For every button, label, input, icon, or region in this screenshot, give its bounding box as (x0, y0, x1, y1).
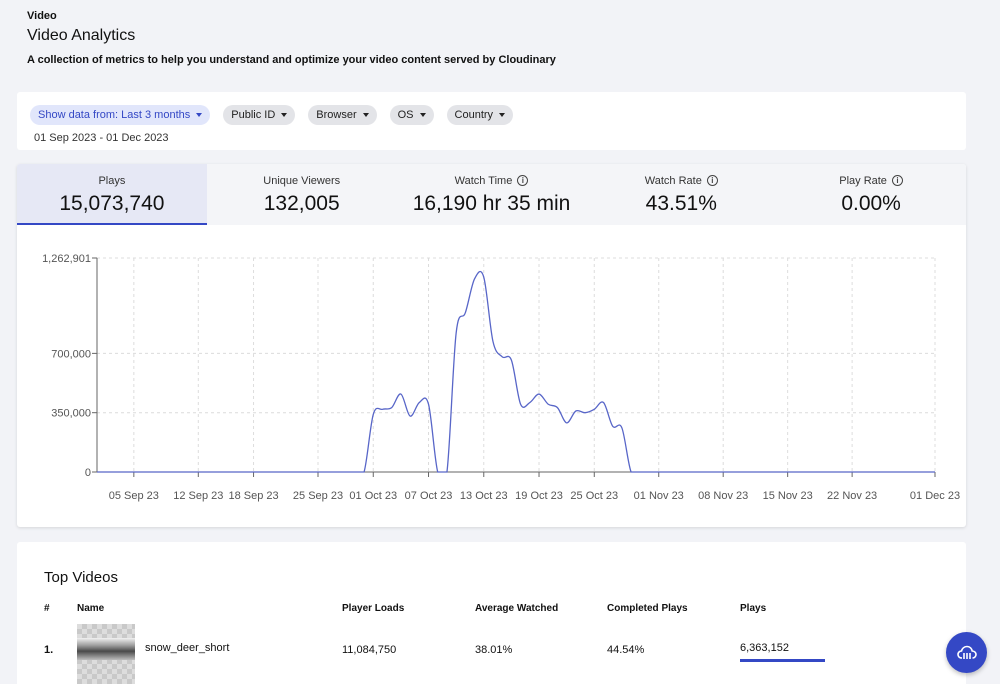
metric-value: 16,190 hr 35 min (412, 192, 571, 215)
browser-filter[interactable]: Browser (308, 105, 377, 125)
tab-play-rate[interactable]: Play Rate i 0.00% (776, 164, 966, 225)
top-videos-title: Top Videos (44, 569, 118, 586)
chevron-down-icon (499, 113, 506, 117)
info-icon[interactable]: i (517, 175, 529, 186)
x-tick-label: 01 Nov 23 (634, 490, 684, 502)
column-header-completed-plays: Completed Plays (607, 603, 688, 614)
chevron-down-icon (281, 113, 288, 117)
x-tick-label: 18 Sep 23 (228, 490, 278, 502)
x-tick-label: 12 Sep 23 (173, 490, 223, 502)
x-tick-label: 01 Dec 23 (910, 490, 960, 502)
average-watched-value: 38.01% (475, 644, 513, 656)
x-tick-label: 22 Nov 23 (827, 490, 877, 502)
os-filter[interactable]: OS (389, 105, 434, 125)
public-id-filter[interactable]: Public ID (223, 105, 296, 125)
y-tick-label: 1,262,901 (42, 253, 91, 265)
plays-chart: 0 350,000 700,000 1,262,901 05 Sep 23 12 Sep … (17, 225, 966, 527)
top-videos-card: Top Videos # Name Player Loads Average W… (17, 542, 966, 684)
column-header-plays: Plays (740, 603, 767, 614)
metric-value: 43.51% (645, 192, 717, 215)
page-subtitle: A collection of metrics to help you unde… (27, 54, 556, 66)
date-filter-label: Show data from: Last 3 months (38, 109, 191, 121)
page-header: Video Video Analytics A collection of me… (27, 10, 556, 66)
y-tick-label: 700,000 (51, 348, 91, 360)
metric-label: Watch Rate (644, 174, 702, 187)
metric-value: 15,073,740 (59, 192, 165, 215)
metric-tabs: Plays 15,073,740 Unique Viewers 132,005 … (17, 164, 966, 225)
x-tick-label: 13 Oct 23 (460, 490, 508, 502)
chevron-down-icon (196, 113, 203, 117)
date-range-text: 01 Sep 2023 - 01 Dec 2023 (34, 132, 169, 144)
x-tick-label: 25 Oct 23 (570, 490, 618, 502)
country-filter[interactable]: Country (446, 105, 514, 125)
section-label: Video (27, 10, 57, 22)
tab-plays[interactable]: Plays 15,073,740 (17, 164, 207, 225)
metric-value: 0.00% (841, 192, 901, 215)
x-tick-label: 08 Nov 23 (698, 490, 748, 502)
help-button[interactable] (946, 632, 987, 673)
browser-label: Browser (316, 109, 357, 121)
completed-plays-value: 44.54% (607, 644, 645, 656)
x-tick-label: 05 Sep 23 (109, 490, 159, 502)
y-tick-label: 350,000 (51, 408, 91, 420)
column-header-name: Name (77, 603, 105, 614)
info-icon[interactable]: i (891, 175, 903, 186)
tab-watch-time[interactable]: Watch Time i 16,190 hr 35 min (397, 164, 587, 225)
plays-bar (740, 659, 825, 662)
public-id-label: Public ID (231, 109, 276, 121)
metric-label: Plays (98, 174, 126, 187)
os-label: OS (397, 109, 414, 121)
video-name-link[interactable]: snow_deer_short (145, 642, 229, 654)
metric-value: 132,005 (263, 192, 340, 215)
x-tick-label: 15 Nov 23 (763, 490, 813, 502)
info-icon[interactable]: i (706, 175, 718, 186)
country-label: Country (454, 109, 494, 121)
tab-watch-rate[interactable]: Watch Rate i 43.51% (586, 164, 776, 225)
column-header-rank: # (44, 603, 50, 614)
cloudinary-cloud-icon (956, 645, 977, 659)
plays-value: 6,363,152 (740, 642, 789, 654)
x-tick-label: 07 Oct 23 (405, 490, 453, 502)
x-tick-label: 19 Oct 23 (515, 490, 563, 502)
player-loads-value: 11,084,750 (342, 644, 397, 656)
x-tick-label: 25 Sep 23 (293, 490, 343, 502)
metrics-card: Plays 15,073,740 Unique Viewers 132,005 … (17, 164, 966, 527)
video-thumbnail[interactable] (77, 624, 135, 684)
plays-line-chart: 0 350,000 700,000 1,262,901 05 Sep 23 12 Sep … (42, 253, 960, 502)
y-tick-label: 0 (85, 467, 91, 479)
metric-label: Unique Viewers (263, 174, 341, 187)
filter-bar: Show data from: Last 3 months Public ID … (17, 92, 966, 150)
date-filter-dropdown[interactable]: Show data from: Last 3 months (30, 105, 211, 125)
chevron-down-icon (362, 113, 369, 117)
column-header-average-watched: Average Watched (475, 603, 559, 614)
series-line-plays (97, 270, 935, 473)
chevron-down-icon (419, 113, 426, 117)
x-tick-label: 01 Oct 23 (349, 490, 397, 502)
column-header-player-loads: Player Loads (342, 603, 405, 614)
page-title: Video Analytics (27, 27, 136, 44)
tab-unique-viewers[interactable]: Unique Viewers 132,005 (207, 164, 397, 225)
metric-label: Play Rate (839, 174, 887, 187)
metric-label: Watch Time (454, 174, 513, 187)
row-rank: 1. (44, 644, 54, 656)
